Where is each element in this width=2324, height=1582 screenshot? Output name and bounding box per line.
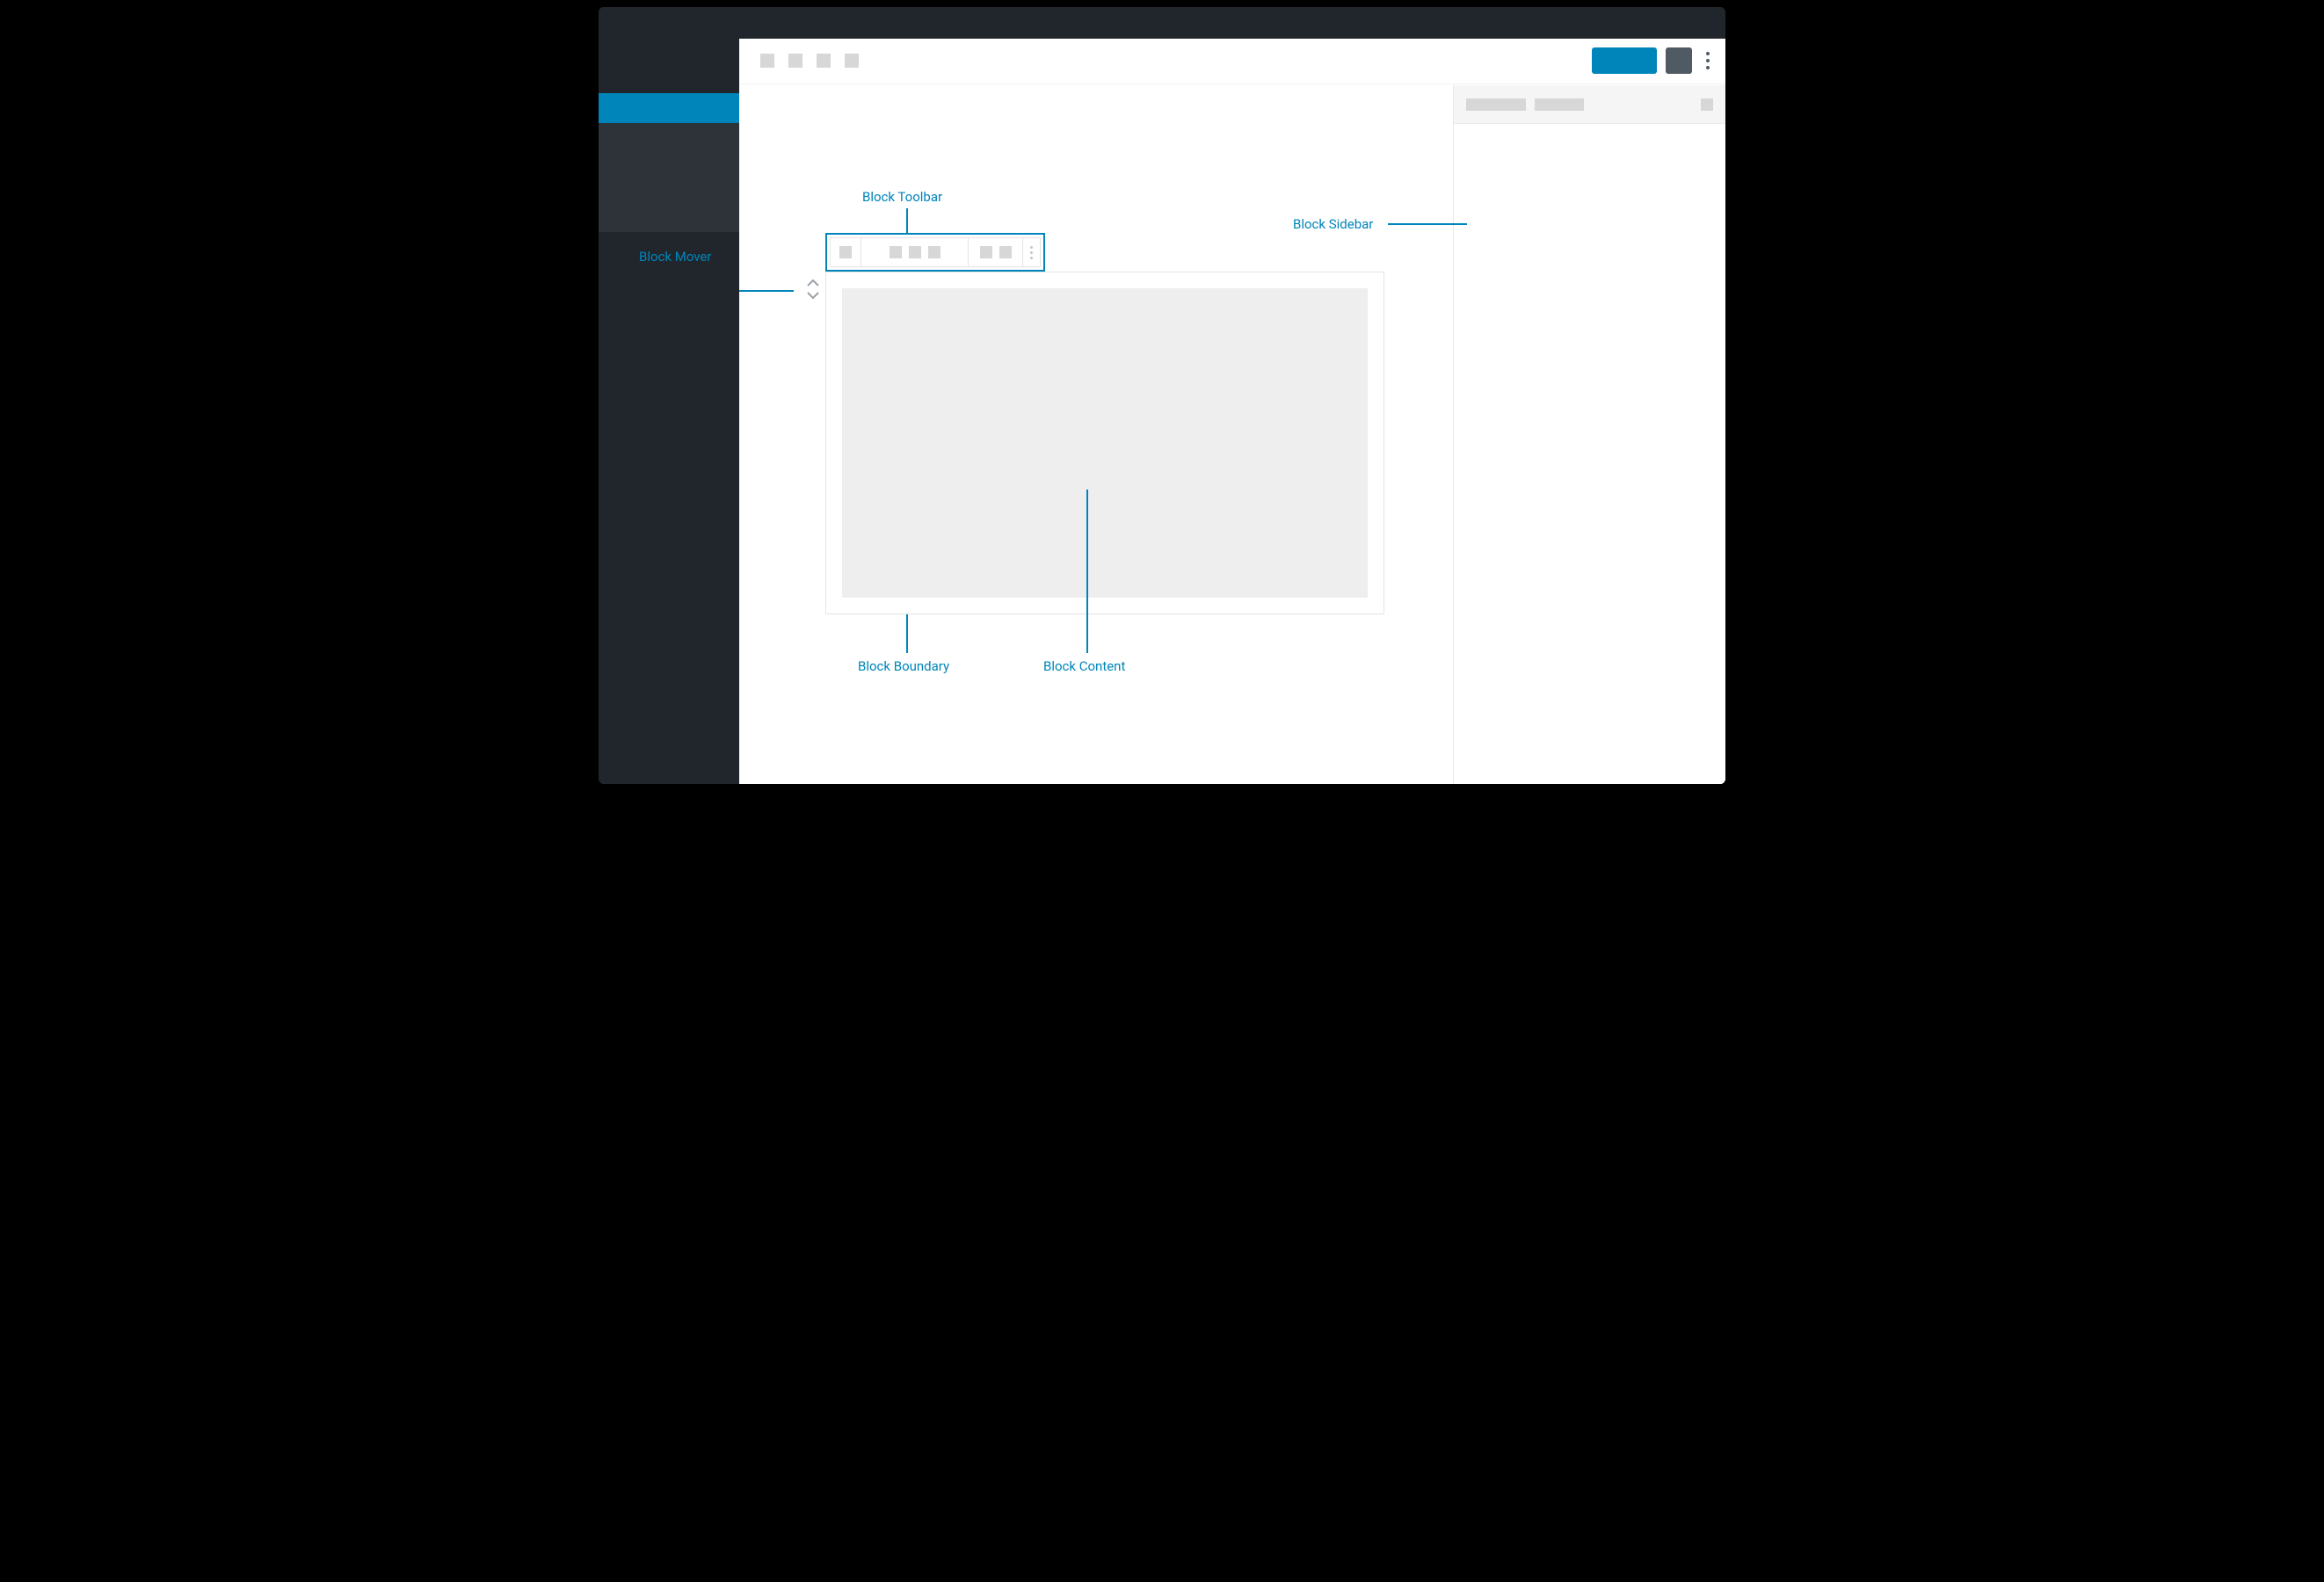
more-menu-icon[interactable]	[1701, 52, 1715, 69]
sidebar-close-icon[interactable]	[1701, 98, 1713, 111]
admin-sidebar-submenu	[599, 123, 739, 232]
annotation-block-mover: Block Mover	[639, 249, 711, 265]
annotation-block-content: Block Content	[1043, 658, 1125, 674]
top-toolbar-right-group	[1592, 47, 1715, 74]
block-toolbar-icon[interactable]	[909, 246, 921, 258]
toolbar-icon-placeholder[interactable]	[817, 54, 831, 68]
block-sidebar	[1453, 85, 1725, 784]
connector	[906, 208, 908, 233]
annotation-block-toolbar: Block Toolbar	[862, 189, 942, 205]
block-mover	[804, 279, 822, 300]
app-viewport: Block Mover	[599, 7, 1725, 784]
annotation-block-sidebar: Block Sidebar	[1293, 216, 1373, 232]
sidebar-tab-placeholder[interactable]	[1466, 98, 1526, 111]
connector	[1388, 223, 1467, 225]
toolbar-icon-placeholder[interactable]	[760, 54, 774, 68]
sidebar-tabs	[1454, 85, 1725, 124]
admin-sidebar	[599, 7, 739, 784]
block-toolbar-group	[830, 237, 861, 267]
connector	[906, 614, 908, 653]
connector	[739, 290, 794, 292]
chevron-up-icon[interactable]	[807, 279, 819, 287]
annotation-block-boundary: Block Boundary	[858, 658, 949, 674]
toolbar-icon-placeholder[interactable]	[788, 54, 803, 68]
editor-canvas: Block Toolbar Block Sidebar	[739, 85, 1453, 784]
diagram-frame: Block Mover	[581, 0, 1743, 791]
settings-toggle-button[interactable]	[1666, 47, 1692, 74]
block-toolbar-icon[interactable]	[999, 246, 1012, 258]
block-toolbar-icon[interactable]	[980, 246, 992, 258]
admin-sidebar-active-item[interactable]	[599, 93, 739, 123]
block-toolbar-group	[861, 237, 969, 267]
block-toolbar-group	[969, 237, 1023, 267]
editor-top-toolbar	[739, 39, 1725, 84]
block-toolbar	[825, 233, 1045, 272]
editor-panel: Block Toolbar Block Sidebar	[739, 39, 1725, 784]
block-toolbar-icon[interactable]	[839, 246, 852, 258]
chevron-down-icon[interactable]	[807, 291, 819, 300]
block-toolbar-icon[interactable]	[890, 246, 902, 258]
toolbar-icon-placeholder[interactable]	[845, 54, 859, 68]
block-toolbar-more-icon[interactable]	[1023, 237, 1041, 267]
block-content[interactable]	[842, 288, 1368, 598]
sidebar-tab-placeholder[interactable]	[1535, 98, 1584, 111]
connector	[1086, 490, 1088, 653]
top-toolbar-left-group	[760, 54, 859, 68]
primary-action-button[interactable]	[1592, 47, 1657, 74]
block-toolbar-icon[interactable]	[928, 246, 940, 258]
block-boundary[interactable]	[825, 272, 1384, 614]
